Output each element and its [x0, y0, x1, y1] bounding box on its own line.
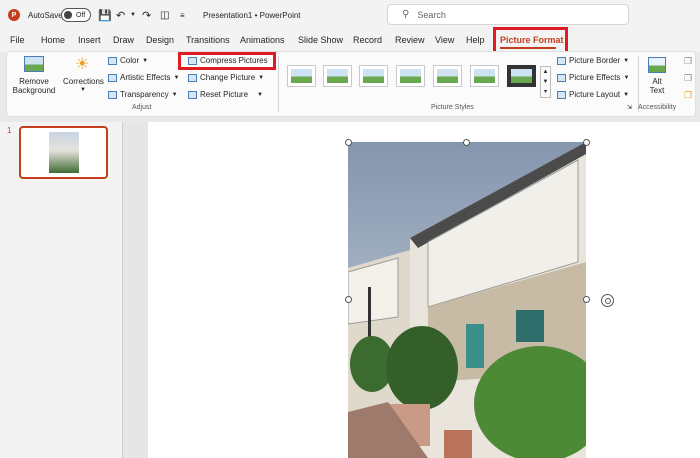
redo-icon[interactable]: ↷ [142, 0, 151, 30]
undo-icon[interactable]: ↶ [116, 0, 125, 30]
remove-background-label-line2: Background [12, 86, 56, 95]
resize-handle-top-left[interactable] [345, 139, 352, 146]
corrections-button[interactable]: Corrections [63, 77, 104, 86]
change-picture-icon [188, 73, 197, 82]
ribbon-separator [278, 56, 279, 112]
color-icon [108, 56, 117, 65]
thumbnail-picture [49, 132, 79, 173]
picture-layout-icon [557, 90, 566, 99]
rotate-objects-icon[interactable]: ❐ [684, 90, 692, 101]
tab-transitions[interactable]: Transitions [186, 35, 230, 45]
search-placeholder: Search [417, 9, 446, 20]
change-picture-dropdown-icon: ▼ [258, 74, 265, 81]
customize-toolbar-icon[interactable]: ≡ [180, 0, 185, 30]
artistic-effects-dropdown-icon: ▼ [173, 74, 180, 81]
tab-help[interactable]: Help [466, 35, 485, 45]
picture-style-2[interactable] [323, 65, 352, 87]
transparency-icon [108, 90, 117, 99]
picture-style-6[interactable] [470, 65, 499, 87]
picture-border-label: Picture Border [569, 56, 621, 65]
artistic-effects-label: Artistic Effects [120, 73, 171, 82]
arrange-icon[interactable]: ❐ [684, 56, 692, 67]
save-icon[interactable]: 💾 [98, 0, 112, 30]
tab-design[interactable]: Design [146, 35, 174, 45]
picture-effects-dropdown-icon: ▼ [623, 74, 630, 81]
picture-style-5[interactable] [433, 65, 462, 87]
alt-text-icon[interactable] [648, 57, 666, 73]
tab-record[interactable]: Record [353, 35, 382, 45]
building-photo [348, 142, 586, 458]
picture-style-1[interactable] [287, 65, 316, 87]
picture-styles-group-label: Picture Styles [431, 104, 474, 111]
slide-number: 1 [7, 126, 12, 135]
tab-slide-show[interactable]: Slide Show [298, 35, 343, 45]
alt-text-label-line1: Alt [652, 77, 662, 86]
reset-picture-icon [188, 90, 197, 99]
picture-effects-icon [557, 73, 566, 82]
powerpoint-logo-icon: P [8, 9, 20, 21]
tab-view[interactable]: View [435, 35, 454, 45]
undo-dropdown-icon[interactable]: ▼ [130, 0, 136, 30]
picture-layout-dropdown-icon: ▼ [623, 91, 630, 98]
autosave-toggle[interactable]: Off [61, 8, 91, 22]
styles-gallery-scroll[interactable]: ▲ ▼ ▾ [540, 66, 551, 98]
corrections-icon[interactable]: ☀ [75, 54, 89, 74]
transparency-label: Transparency [120, 90, 169, 99]
picture-layout-label: Picture Layout [569, 90, 621, 99]
change-picture-button[interactable]: Change Picture ▼ [188, 73, 264, 82]
document-title: Presentation1 • PowerPoint [203, 10, 301, 20]
transparency-dropdown-icon: ▼ [171, 91, 178, 98]
remove-background-label-line1: Remove [19, 77, 49, 86]
picture-style-4[interactable] [396, 65, 425, 87]
picture-layout-button[interactable]: Picture Layout ▼ [557, 90, 629, 99]
picture-border-icon [557, 56, 566, 65]
artistic-effects-button[interactable]: Artistic Effects ▼ [108, 73, 179, 82]
resize-handle-top-right[interactable] [583, 139, 590, 146]
resize-handle-left[interactable] [345, 296, 352, 303]
ribbon-tab-bar [0, 30, 700, 52]
color-dropdown-icon: ▼ [142, 57, 149, 64]
slide-thumbnail[interactable] [19, 126, 108, 179]
color-label: Color [120, 56, 140, 65]
reset-picture-label: Reset Picture [200, 90, 249, 99]
group-objects-icon[interactable]: ❐ [684, 73, 692, 84]
search-icon: ⚲ [402, 9, 410, 20]
compress-pictures-highlight [178, 52, 276, 70]
picture-border-dropdown-icon: ▼ [623, 57, 630, 64]
rotate-handle-icon[interactable] [601, 294, 614, 307]
tab-home[interactable]: Home [41, 35, 65, 45]
adjust-group-label: Adjust [132, 104, 152, 111]
autosave-state: Off [76, 11, 86, 19]
resize-handle-right[interactable] [583, 296, 590, 303]
accessibility-group-label: Accessibility [638, 104, 677, 111]
selected-picture[interactable] [348, 142, 586, 458]
toggle-knob [64, 11, 72, 19]
reset-picture-dropdown-icon: ▼ [257, 91, 263, 98]
autosave-label: AutoSave [28, 10, 63, 20]
remove-background-icon[interactable] [24, 56, 44, 72]
dialog-launcher-icon[interactable]: ⇲ [627, 104, 632, 111]
tab-draw[interactable]: Draw [113, 35, 134, 45]
alt-text-label-line2: Text [649, 86, 665, 95]
transparency-button[interactable]: Transparency ▼ [108, 90, 178, 99]
picture-style-7[interactable] [507, 65, 536, 87]
tab-file[interactable]: File [10, 35, 25, 45]
reset-picture-button[interactable]: Reset Picture ▼ [188, 90, 263, 99]
tab-animations[interactable]: Animations [240, 35, 285, 45]
tab-review[interactable]: Review [395, 35, 425, 45]
picture-style-3[interactable] [359, 65, 388, 87]
artistic-effects-icon [108, 73, 117, 82]
corrections-dropdown-icon[interactable]: ▼ [80, 87, 86, 93]
picture-effects-button[interactable]: Picture Effects ▼ [557, 73, 629, 82]
search-box[interactable]: ⚲ Search [387, 4, 629, 25]
remove-background-button[interactable]: Remove Background [12, 77, 56, 95]
picture-border-button[interactable]: Picture Border ▼ [557, 56, 629, 65]
color-button[interactable]: Color ▼ [108, 56, 148, 65]
picture-effects-label: Picture Effects [569, 73, 621, 82]
resize-handle-top[interactable] [463, 139, 470, 146]
tab-insert[interactable]: Insert [78, 35, 101, 45]
alt-text-button[interactable]: Alt Text [648, 77, 666, 95]
change-picture-label: Change Picture [200, 73, 256, 82]
present-icon[interactable]: ◫ [160, 0, 169, 30]
